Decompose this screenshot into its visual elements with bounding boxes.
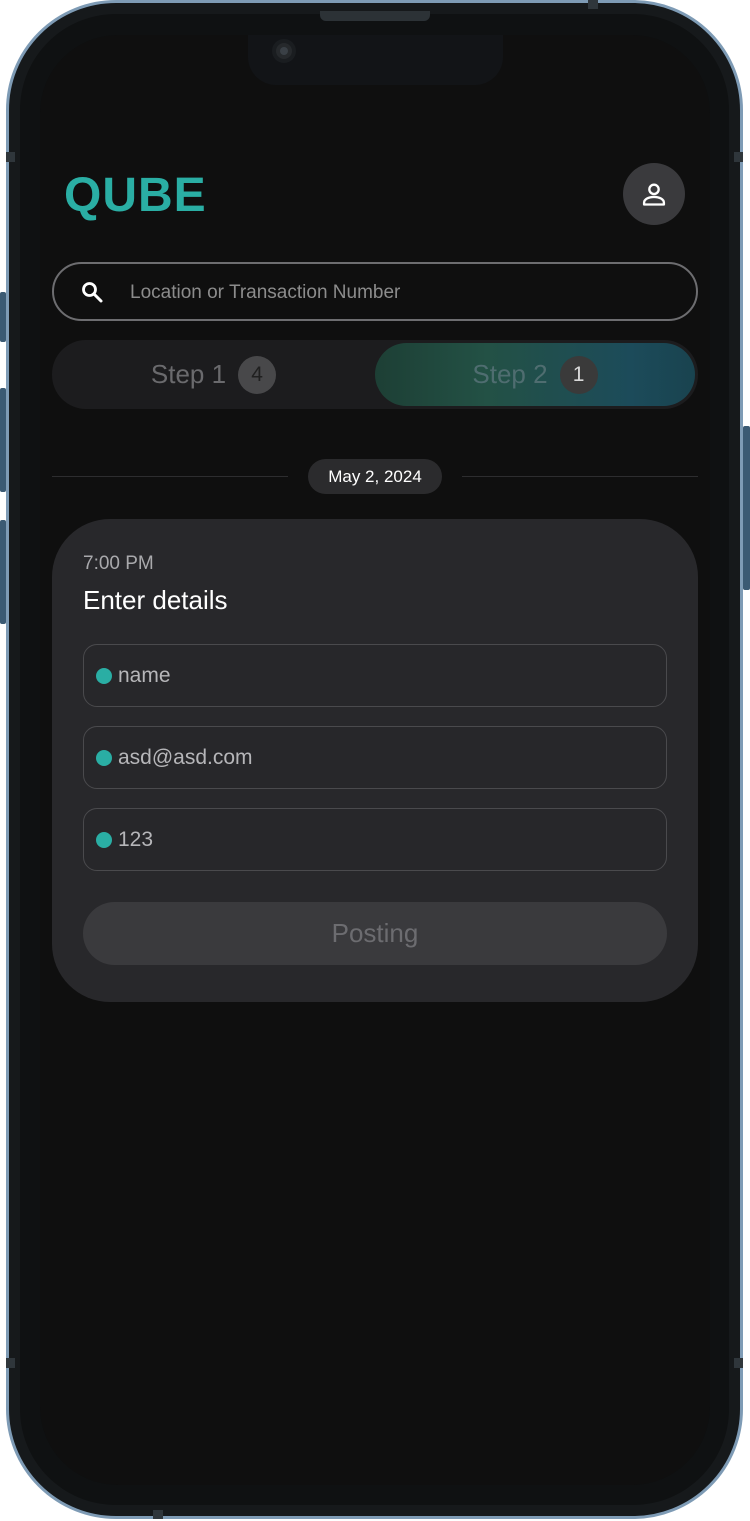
power-button: [743, 426, 750, 590]
status-dot: [96, 750, 112, 766]
front-camera: [272, 39, 296, 63]
volume-down-button: [0, 520, 6, 624]
status-dot: [96, 668, 112, 684]
card-title: Enter details: [83, 585, 228, 615]
search-bar[interactable]: [52, 262, 698, 321]
name-field[interactable]: name: [83, 644, 667, 707]
search-input[interactable]: [128, 276, 672, 310]
user-icon: [642, 183, 666, 206]
tab-label: Step 2: [472, 359, 548, 389]
posting-button[interactable]: Posting: [83, 902, 667, 965]
status-dot: [96, 832, 112, 848]
count-badge: 1: [559, 355, 598, 394]
field-value: name: [118, 664, 171, 687]
date-label: May 2, 2024: [308, 459, 442, 494]
number-field[interactable]: 123: [83, 808, 667, 871]
field-value: asd@asd.com: [118, 746, 253, 769]
volume-up-button: [0, 388, 6, 492]
app-logo: QUBE: [64, 169, 207, 222]
divider: [52, 476, 288, 477]
speaker: [320, 11, 430, 21]
timestamp: 7:00 PM: [83, 553, 154, 574]
tab-label: Step 1: [150, 359, 227, 389]
antenna-band: [6, 152, 15, 162]
tab-step-2[interactable]: Step 2 1: [375, 343, 695, 406]
antenna-band: [588, 0, 598, 9]
antenna-band: [734, 152, 743, 162]
mute-switch: [0, 292, 6, 342]
step-tabs: Step 1 4 Step 2 1: [52, 340, 698, 409]
count-badge: 4: [238, 355, 277, 394]
search-icon: [82, 282, 103, 303]
tab-step-1[interactable]: Step 1 4: [52, 340, 375, 409]
antenna-band: [153, 1510, 163, 1519]
divider: [462, 476, 698, 477]
field-value: 123: [118, 828, 154, 851]
profile-button[interactable]: [623, 163, 685, 225]
email-field[interactable]: asd@asd.com: [83, 726, 667, 789]
antenna-band: [734, 1358, 743, 1368]
antenna-band: [6, 1358, 15, 1368]
